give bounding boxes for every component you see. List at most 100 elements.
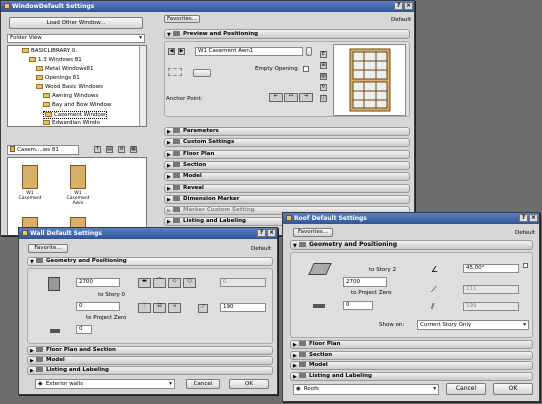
load-other-window-button[interactable]: Load Other Window... xyxy=(9,17,143,29)
roof-base-field[interactable]: 0 xyxy=(343,301,373,310)
section-header[interactable]: ▶ Reveal xyxy=(164,183,410,193)
roof-angle-field[interactable]: 45.00° xyxy=(463,264,519,273)
library-icon[interactable]: ▤ xyxy=(106,146,113,153)
wall-cancel-button[interactable]: Cancel xyxy=(186,379,220,389)
tree-item[interactable]: 1.3 Windows 81 xyxy=(29,57,82,63)
section-label: Listing and Labeling xyxy=(309,372,372,379)
section-header[interactable]: ▶ Parameters xyxy=(164,127,410,136)
settings-button[interactable] xyxy=(193,69,211,77)
window-dialog-titlebar[interactable]: WindowDefault Settings ? × xyxy=(1,1,414,12)
tree-item[interactable]: BASICLIBRARY 0. xyxy=(22,48,77,54)
show-on-select[interactable]: Current Story Only ▾ xyxy=(417,320,529,330)
close-icon[interactable]: × xyxy=(267,229,276,237)
tree-item[interactable]: Wood Basic Windows xyxy=(36,84,103,90)
tree-scrollbar[interactable] xyxy=(139,46,146,126)
folder-up-icon[interactable]: ↑ xyxy=(94,146,101,153)
close-icon[interactable]: × xyxy=(529,214,538,222)
roof-angle-checkbox[interactable] xyxy=(523,263,528,268)
wall-slant-icon[interactable]: ⟋ xyxy=(198,304,208,313)
wall-ok-button[interactable]: OK xyxy=(229,379,269,389)
triangle-right-icon: ▶ xyxy=(167,129,171,135)
tree-item-label: Wood Basic Windows xyxy=(45,84,103,90)
wall-layer-select[interactable]: ◉ Exterior walls ▾ xyxy=(35,379,175,389)
section-header[interactable]: ▶ Dimension Marker xyxy=(164,194,410,204)
folder-select[interactable]: Casem....ws 81 xyxy=(7,145,79,155)
help-icon[interactable]: ? xyxy=(257,229,266,237)
tree-item[interactable]: Casement Window xyxy=(43,111,108,119)
section-header[interactable]: ▶ Floor Plan and Section xyxy=(27,346,273,355)
wall-type-straight-icon[interactable]: ▬ xyxy=(138,278,151,288)
close-icon[interactable]: × xyxy=(404,2,413,10)
tree-item-label: Openings 81 xyxy=(45,75,80,81)
roof-cancel-button[interactable]: Cancel xyxy=(446,383,486,395)
section-preview-positioning[interactable]: ▼ Preview and Positioning xyxy=(164,29,410,39)
tree-item-label: BASICLIBRARY 0. xyxy=(31,48,78,54)
object-thumbnails[interactable]: W1 Casement W1 Casement Awni xyxy=(7,157,147,235)
preview-3d-icon[interactable]: ⊞ xyxy=(320,62,327,69)
library-tree[interactable]: BASICLIBRARY 0. 1.3 Windows 81 Metal Windo… xyxy=(7,45,147,127)
small-button[interactable] xyxy=(306,47,312,56)
object-thumbnail[interactable]: W1 Casement Awni xyxy=(64,164,92,206)
preview-2d-icon[interactable]: E xyxy=(320,51,327,58)
wall-section-icon xyxy=(36,258,43,263)
section-icon xyxy=(173,161,180,167)
roof-layer-select[interactable]: ◉ Roofs ▾ xyxy=(293,384,439,395)
preview-refresh-icon[interactable]: ↻ xyxy=(320,84,327,91)
window-dialog-title: WindowDefault Settings xyxy=(12,3,95,10)
wall-type-curved-icon[interactable]: ⌒ xyxy=(153,278,166,288)
triangle-right-icon: ▶ xyxy=(167,208,171,215)
tree-item[interactable]: Openings 81 xyxy=(36,75,80,81)
view-select[interactable]: Folder View ▾ xyxy=(7,34,145,43)
triangle-right-icon: ▶ xyxy=(167,196,171,203)
wall-height-field[interactable]: 2700 xyxy=(76,278,120,287)
tree-item[interactable]: Edwardian Windo xyxy=(43,120,100,126)
thumbnail-caption: W1 Casement Awni xyxy=(66,191,90,206)
roof-height-field[interactable]: 2700 xyxy=(343,277,387,287)
section-header[interactable]: ▶ Model xyxy=(27,356,273,365)
wall-ref-inside-icon[interactable]: ⫷ xyxy=(168,303,181,313)
wall-base-field[interactable]: 0 xyxy=(76,302,120,311)
preview-section-icon[interactable]: ▧ xyxy=(320,73,327,80)
arrow-right-icon[interactable]: ▶ xyxy=(178,48,185,55)
tree-item[interactable]: Metal Windows81 xyxy=(36,66,93,72)
anchor-center-icon[interactable]: ↔ xyxy=(284,93,298,102)
section-header[interactable]: ▶ Floor Plan xyxy=(290,340,533,349)
object-thumbnail[interactable]: W1 Casement xyxy=(16,164,44,201)
help-icon[interactable]: ? xyxy=(394,2,403,10)
section-header[interactable]: ▶ Section xyxy=(164,160,410,170)
section-header[interactable]: ▶ Listing and Labeling xyxy=(290,371,533,381)
section-geometry-positioning[interactable]: ▼ Geometry and Positioning xyxy=(27,257,273,266)
name-field[interactable]: W1 Casement Awn1 xyxy=(195,47,303,56)
wall-ref-center-icon[interactable]: ⊟ xyxy=(153,303,166,313)
section-header[interactable]: ▶ Custom Settings xyxy=(164,138,410,148)
section-header[interactable]: ▶ Listing and Labeling xyxy=(27,366,273,375)
wall-type-trapezoid-icon[interactable]: ◇ xyxy=(168,278,181,288)
list-view-icon[interactable]: ≡ xyxy=(118,146,125,153)
roof-disabled-field-1: 111 xyxy=(463,285,519,294)
tree-item[interactable]: Bay and Bow Window xyxy=(43,102,111,108)
tree-item[interactable]: Awning Windows xyxy=(43,93,98,99)
preview-info-icon[interactable]: ⓘ xyxy=(320,95,327,102)
wall-thickness-field[interactable]: 190 xyxy=(220,303,266,312)
arrow-left-icon[interactable]: ◀ xyxy=(168,48,175,55)
grid-view-icon[interactable]: ▦ xyxy=(130,146,137,153)
anchor-left-icon[interactable]: ⇤ xyxy=(269,93,283,102)
wall-ref-outside-icon[interactable]: ⫶ xyxy=(138,303,151,313)
favorites-button[interactable]: Favorites... xyxy=(293,228,333,237)
anchor-right-icon[interactable]: ⇥ xyxy=(299,93,313,102)
section-header[interactable]: ▶ Section xyxy=(290,350,533,360)
section-header[interactable]: ▶ Floor Plan xyxy=(164,149,410,159)
empty-opening-checkbox[interactable] xyxy=(303,66,309,72)
wall-dialog-title: Wall Default Settings xyxy=(30,230,102,237)
wall-type-polygon-icon[interactable]: ⬡ xyxy=(183,278,196,288)
section-geometry-positioning[interactable]: ▼ Geometry and Positioning xyxy=(290,240,533,250)
wall-dialog-titlebar[interactable]: Wall Default Settings ? × xyxy=(19,228,277,239)
section-header[interactable]: ▶ Model xyxy=(290,361,533,370)
section-header[interactable]: ▶ Model xyxy=(164,172,410,182)
wall-offset-field[interactable]: 0 xyxy=(76,325,92,334)
roof-ok-button[interactable]: OK xyxy=(493,383,533,395)
favorites-button[interactable]: Favorites... xyxy=(164,15,200,23)
roof-dialog-titlebar[interactable]: Roof Default Settings ? × xyxy=(283,213,539,224)
favorites-button[interactable]: Favorite... xyxy=(28,244,68,253)
help-icon[interactable]: ? xyxy=(519,214,528,222)
